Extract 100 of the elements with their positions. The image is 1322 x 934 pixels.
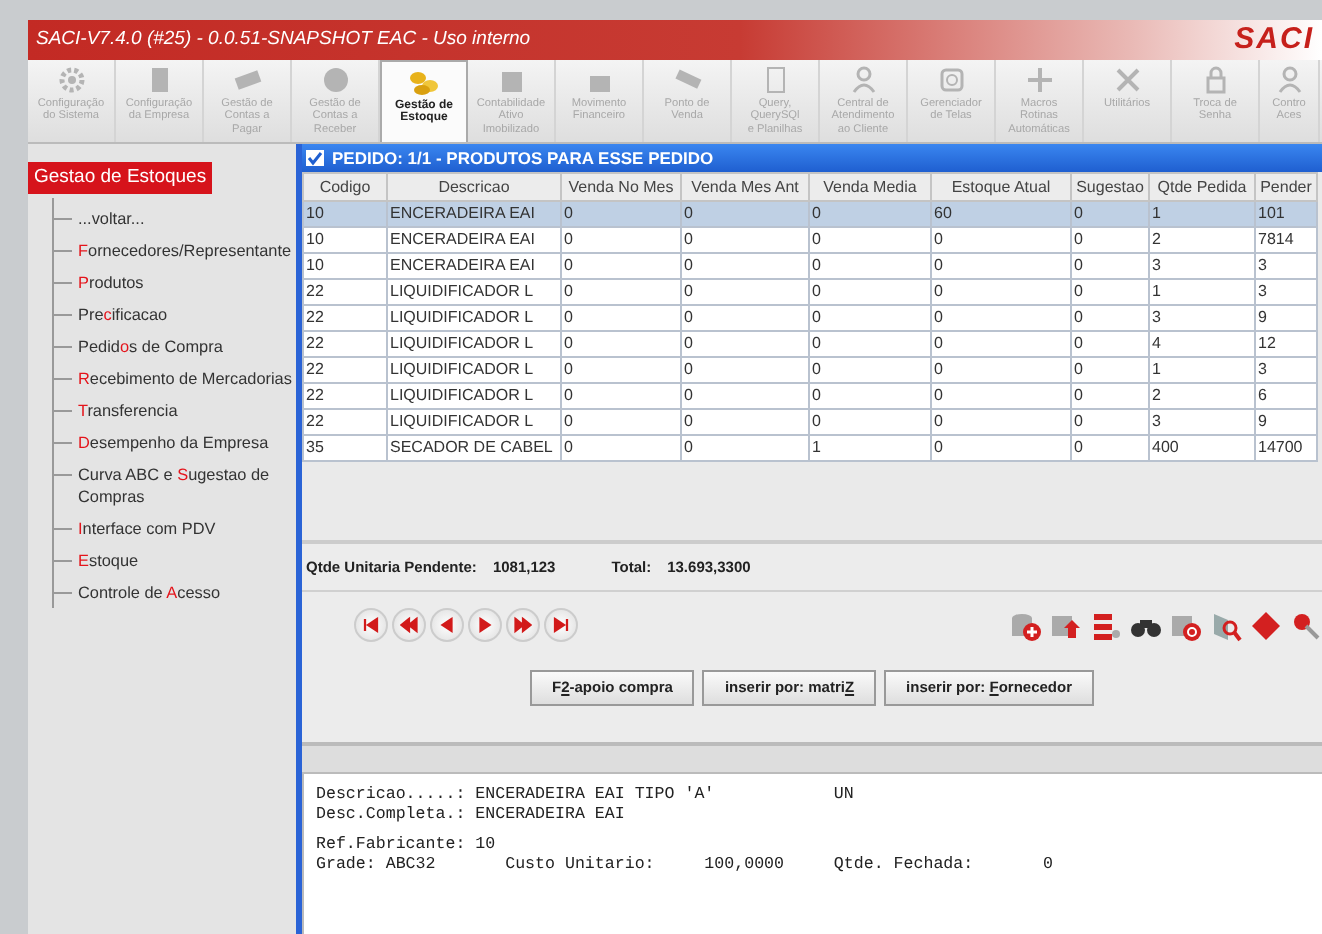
column-header[interactable]: Codigo <box>303 173 387 201</box>
dialog-title: PEDIDO: 1/1 - PRODUTOS PARA ESSE PEDIDO <box>332 145 714 171</box>
prev-arrow-icon <box>438 616 456 635</box>
table-cell: 22 <box>303 357 387 383</box>
table-cell: 0 <box>681 201 809 227</box>
table-cell: 0 <box>561 409 681 435</box>
table-cell: 1 <box>1149 279 1255 305</box>
sidebar-heading: Gestao de Estoques <box>28 162 213 195</box>
table-cell: 0 <box>931 253 1071 279</box>
column-header[interactable]: Descricao <box>387 173 561 201</box>
table-cell: 0 <box>931 357 1071 383</box>
table-cell: 0 <box>681 253 809 279</box>
table-cell: 0 <box>809 331 931 357</box>
table-cell: 0 <box>931 435 1071 461</box>
menu-item[interactable]: Recebimento de Mercadorias <box>54 362 296 394</box>
table-cell: 2 <box>1149 383 1255 409</box>
table-cell: ENCERADEIRA EAI <box>387 227 561 253</box>
menu-item[interactable]: Curva ABC e Sugestao de Compras <box>54 458 296 512</box>
column-header[interactable]: Estoque Atual <box>931 173 1071 201</box>
table-cell: 0 <box>931 227 1071 253</box>
table-cell: 0 <box>809 383 931 409</box>
table-cell: 0 <box>561 357 681 383</box>
menu-item[interactable]: Pedidos de Compra <box>54 330 296 362</box>
pin-icon[interactable] <box>1290 609 1322 642</box>
table-cell: 35 <box>303 435 387 461</box>
database-list-icon[interactable] <box>1090 609 1122 642</box>
table-cell: 0 <box>561 383 681 409</box>
table-cell: 0 <box>931 409 1071 435</box>
menu-item[interactable]: Precificacao <box>54 298 296 330</box>
nav-prev-fast-button[interactable] <box>392 608 426 643</box>
nav-next-fast-button[interactable] <box>506 608 540 643</box>
column-header[interactable]: Pender <box>1255 173 1317 201</box>
next-arrow-icon <box>476 616 494 635</box>
table-cell: 3 <box>1149 253 1255 279</box>
app-icon <box>306 150 324 166</box>
column-header[interactable]: Sugestao <box>1071 173 1149 201</box>
nav-last-button[interactable] <box>544 608 578 643</box>
table-cell: 22 <box>303 383 387 409</box>
nav-prev-button[interactable] <box>430 608 464 643</box>
menu-item[interactable]: Desempenho da Empresa <box>54 426 296 458</box>
menu-item[interactable]: Interface com PDV <box>54 512 296 544</box>
table-cell: 0 <box>681 435 809 461</box>
last-arrow-icon <box>552 616 570 635</box>
table-cell: 0 <box>681 357 809 383</box>
table-cell: 3 <box>1149 305 1255 331</box>
table-cell: 0 <box>1071 253 1149 279</box>
detail-line: Grade: ABC32 Custo Unitario: 100,0000 Qtde. Fechada: 0 <box>316 855 1055 875</box>
database-add-icon[interactable] <box>1010 609 1042 642</box>
table-cell: LIQUIDIFICADOR L <box>387 305 561 331</box>
menu-item[interactable]: Fornecedores/Representante <box>54 234 296 266</box>
coins-icon <box>408 66 440 98</box>
column-header[interactable]: Venda Mes Ant <box>681 173 809 201</box>
table-cell: 0 <box>1071 409 1149 435</box>
menu-item[interactable]: Transferencia <box>54 394 296 426</box>
table-cell: 0 <box>681 409 809 435</box>
table-cell: 0 <box>931 331 1071 357</box>
table-cell: 1 <box>1149 201 1255 227</box>
table-cell: LIQUIDIFICADOR L <box>387 357 561 383</box>
window-title: SACI-V7.4.0 (#25) - 0.0.51-SNAPSHOT EAC - Uso interno <box>36 25 531 54</box>
nav-first-button[interactable] <box>354 608 388 643</box>
table-cell: 10 <box>303 227 387 253</box>
table-cell: 0 <box>1071 201 1149 227</box>
table-cell: 0 <box>561 279 681 305</box>
nav-next-button[interactable] <box>468 608 502 643</box>
document-search-icon[interactable] <box>1210 609 1242 642</box>
table-cell: 0 <box>681 227 809 253</box>
table-cell: 22 <box>303 331 387 357</box>
table-cell: ENCERADEIRA EAI <box>387 253 561 279</box>
table-cell: 0 <box>809 201 931 227</box>
column-header[interactable]: Venda Media <box>809 173 931 201</box>
table-cell: 0 <box>681 383 809 409</box>
table-cell: 0 <box>561 331 681 357</box>
table-cell: LIQUIDIFICADOR L <box>387 409 561 435</box>
table-cell: 0 <box>681 305 809 331</box>
table-cell: 0 <box>681 279 809 305</box>
table-cell: 1 <box>809 435 931 461</box>
table-cell: LIQUIDIFICADOR L <box>387 331 561 357</box>
table-cell: 0 <box>681 331 809 357</box>
prev-fast-arrow-icon <box>400 616 418 635</box>
menu-item[interactable]: Estoque <box>54 544 296 576</box>
table-cell: 0 <box>809 409 931 435</box>
table-cell: SECADOR DE CABEL <box>387 435 561 461</box>
table-cell: 0 <box>1071 227 1149 253</box>
table-cell: 10 <box>303 201 387 227</box>
column-header[interactable]: Venda No Mes <box>561 173 681 201</box>
menu-item[interactable]: Controle de Acesso <box>54 576 296 608</box>
table-cell: 0 <box>561 201 681 227</box>
table-cell: 22 <box>303 409 387 435</box>
column-header[interactable]: Qtde Pedida <box>1149 173 1255 201</box>
table-cell: 10 <box>303 253 387 279</box>
table-cell: ENCERADEIRA EAI <box>387 201 561 227</box>
table-cell: 0 <box>931 305 1071 331</box>
table-cell: 0 <box>809 305 931 331</box>
table-cell: 22 <box>303 305 387 331</box>
table-cell: 3 <box>1149 409 1255 435</box>
menu-item[interactable]: ...voltar... <box>54 202 296 234</box>
menu-item[interactable]: Produtos <box>54 266 296 298</box>
table-cell: 0 <box>561 305 681 331</box>
table-cell: 4 <box>1149 331 1255 357</box>
table-cell: LIQUIDIFICADOR L <box>387 383 561 409</box>
